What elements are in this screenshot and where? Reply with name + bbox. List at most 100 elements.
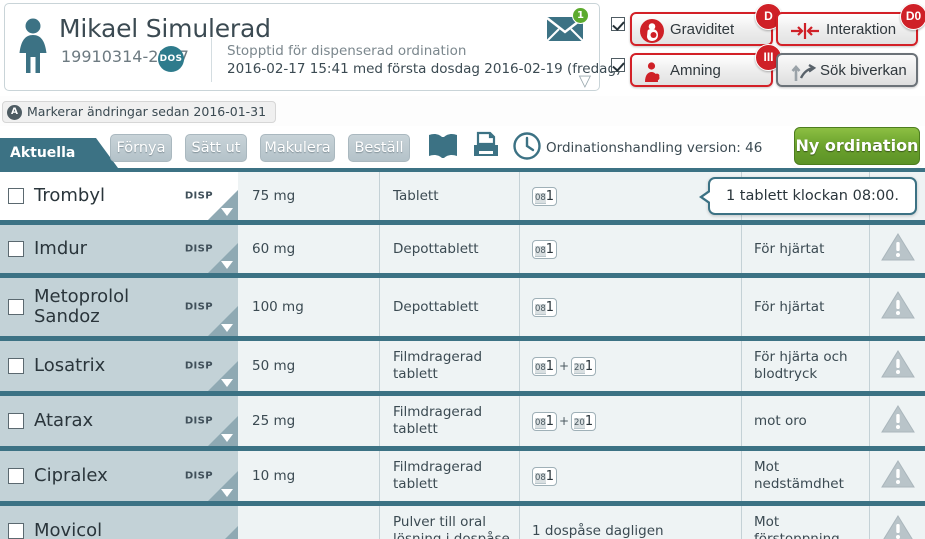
warning-triangle-icon[interactable] xyxy=(880,232,915,266)
table-row[interactable]: Atarax DISP 25 mg Filmdragerad tablett 081 +2… xyxy=(0,396,925,446)
dosage-form-cell: Filmdragerad tablett xyxy=(380,396,520,446)
dose-time-pill: 201 xyxy=(571,411,597,431)
sok-biverkan-label: Sök biverkan xyxy=(820,62,907,79)
strength-cell xyxy=(238,506,380,539)
medication-name: Imdur xyxy=(34,237,88,259)
interaktion-label: Interaktion xyxy=(826,21,897,38)
dose-cell: 1 dospåse dagligen xyxy=(520,506,742,539)
row-checkbox[interactable] xyxy=(8,468,24,484)
row-expand-triangle-icon[interactable] xyxy=(221,379,233,387)
makulera-button[interactable]: Makulera xyxy=(260,134,335,162)
row-expand-triangle-icon[interactable] xyxy=(221,208,233,216)
dose-tooltip: 1 tablett klockan 08:00. xyxy=(698,177,917,215)
amning-checkbox[interactable] xyxy=(611,58,625,72)
page-header: Mikael Simulerad 19910314-2387 DOS Stopp… xyxy=(0,0,925,96)
change-notice-badge: A xyxy=(7,105,22,120)
alert-row-top: Graviditet D Interaktion D0 xyxy=(608,3,925,46)
book-icon[interactable] xyxy=(427,131,459,161)
row-checkbox[interactable] xyxy=(8,241,24,257)
warning-cell[interactable] xyxy=(870,451,925,501)
medication-name: Losatrix xyxy=(34,354,106,376)
warning-cell[interactable] xyxy=(870,225,925,273)
indication-cell: För hjärtat xyxy=(742,225,870,273)
table-row[interactable]: Cipralex DISP 10 mg Filmdragerad tablett 081… xyxy=(0,451,925,501)
warning-cell[interactable] xyxy=(870,506,925,539)
table-row[interactable]: Metoprolol Sandoz DISP 100 mg Depottablett 0… xyxy=(0,278,925,336)
medication-name-cell[interactable]: Imdur DISP xyxy=(0,225,238,273)
amning-button[interactable]: Amning III xyxy=(630,44,782,87)
medication-name-cell[interactable]: Trombyl DISP xyxy=(0,172,238,220)
dose-pill-hour: 08 xyxy=(534,303,546,315)
medication-table: Trombyl DISP 75 mg Tablett 081 1 tablett kloc… xyxy=(0,168,925,539)
warning-cell[interactable] xyxy=(870,341,925,391)
dose-text: 1 dospåse dagligen xyxy=(532,523,664,539)
dose-pill-qty: 1 xyxy=(545,188,555,204)
sok-biverkan-button[interactable]: Sök biverkan xyxy=(776,53,918,87)
row-checkbox[interactable] xyxy=(8,413,24,429)
dose-pill-qty: 1 xyxy=(545,241,555,257)
warning-cell[interactable] xyxy=(870,278,925,336)
dosage-form-cell: Tablett xyxy=(380,172,520,220)
dose-time-pill: 081 xyxy=(532,186,557,206)
fornya-button[interactable]: Förnya xyxy=(110,134,172,162)
warning-triangle-icon[interactable] xyxy=(880,404,915,438)
medication-name-cell[interactable]: Atarax DISP xyxy=(0,396,238,446)
print-icon[interactable] xyxy=(470,131,500,163)
medication-name-cell[interactable]: Losatrix DISP xyxy=(0,341,238,391)
alert-row-bottom: Amning III Sök biverkan xyxy=(608,44,920,87)
row-expand-triangle-icon[interactable] xyxy=(221,261,233,269)
table-row[interactable]: Trombyl DISP 75 mg Tablett 081 1 tablett kloc… xyxy=(0,172,925,220)
messages-envelope-icon[interactable]: 1 xyxy=(545,7,589,46)
interaktion-button[interactable]: Interaktion D0 xyxy=(776,3,925,46)
graviditet-checkbox[interactable] xyxy=(611,17,625,31)
row-checkbox[interactable] xyxy=(8,358,24,374)
strength-cell: 25 mg xyxy=(238,396,380,446)
strength-cell: 60 mg xyxy=(238,225,380,273)
warning-triangle-icon[interactable] xyxy=(880,349,915,383)
indication-cell: Mot förstoppning xyxy=(742,506,870,539)
patient-card[interactable]: Mikael Simulerad 19910314-2387 DOS Stopp… xyxy=(4,3,621,91)
change-notice[interactable]: A Markerar ändringar sedan 2016-01-31 xyxy=(2,101,277,123)
stop-time-value: 2016-02-17 15:41 med första dosdag 2016-… xyxy=(227,61,622,77)
dose-pill-hour: 20 xyxy=(574,417,585,429)
warning-triangle-icon[interactable] xyxy=(880,290,915,324)
prescription-app: Mikael Simulerad 19910314-2387 DOS Stopp… xyxy=(0,0,925,539)
dose-pill-qty: 1 xyxy=(545,468,555,484)
table-row[interactable]: Losatrix DISP 50 mg Filmdragerad tablett 081… xyxy=(0,341,925,391)
medication-name: Trombyl xyxy=(34,184,105,206)
table-row[interactable]: Imdur DISP 60 mg Depottablett 081 För hjärtat xyxy=(0,225,925,273)
strength-cell: 50 mg xyxy=(238,341,380,391)
dose-pill-hour: 08 xyxy=(534,192,546,204)
row-checkbox[interactable] xyxy=(8,299,24,315)
clock-icon[interactable] xyxy=(512,131,542,161)
ny-ordination-button[interactable]: Ny ordination xyxy=(794,127,920,165)
dose-cell: 081 +201 xyxy=(520,396,742,446)
warning-cell[interactable] xyxy=(870,396,925,446)
row-checkbox[interactable] xyxy=(8,188,24,204)
expand-card-chevron-icon[interactable]: ▽ xyxy=(579,73,591,89)
dose-pill-hour: 20 xyxy=(574,362,585,374)
warning-triangle-icon[interactable] xyxy=(880,459,915,493)
dose-pill-hour: 08 xyxy=(534,417,546,429)
dose-time-pill: 081 xyxy=(532,356,557,376)
dose-time-pill: 081 xyxy=(532,239,557,259)
medication-name-cell[interactable]: Cipralex DISP xyxy=(0,451,238,501)
table-row[interactable]: Movicol Pulver till oral lösning i dospås… xyxy=(0,506,925,539)
dose-cell: 081 xyxy=(520,225,742,273)
indication-cell: För hjärtat xyxy=(742,278,870,336)
tab-aktuella[interactable]: Aktuella xyxy=(0,138,96,168)
row-expand-triangle-icon[interactable] xyxy=(221,489,233,497)
graviditet-button[interactable]: Graviditet D xyxy=(630,3,782,46)
row-expand-corner[interactable] xyxy=(208,526,238,539)
medication-name-cell[interactable]: Metoprolol Sandoz DISP xyxy=(0,278,238,336)
dose-time-pill: 081 xyxy=(532,466,557,486)
bestall-button[interactable]: Beställ xyxy=(348,134,410,162)
satt-ut-button[interactable]: Sätt ut xyxy=(185,134,247,162)
row-checkbox[interactable] xyxy=(8,523,24,539)
medication-name-cell[interactable]: Movicol xyxy=(0,506,238,539)
warning-triangle-icon[interactable] xyxy=(881,514,915,539)
row-expand-triangle-icon[interactable] xyxy=(221,324,233,332)
strength-cell: 100 mg xyxy=(238,278,380,336)
dos-badge: DOS xyxy=(158,46,184,72)
row-expand-triangle-icon[interactable] xyxy=(221,434,233,442)
